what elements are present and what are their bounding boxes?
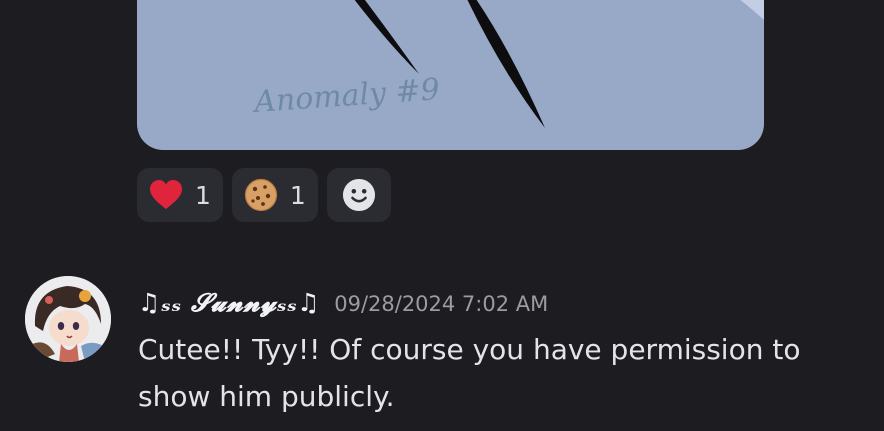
- chat-view: Anomaly #9 1 1 ♫ₛₛ 𝓢𝓾𝓷𝓷𝔂ₛₛ♫ 09/28/2024 7…: [0, 0, 884, 431]
- reaction-heart[interactable]: 1: [137, 168, 223, 222]
- avatar[interactable]: [25, 276, 111, 362]
- image-attachment[interactable]: Anomaly #9: [137, 0, 764, 150]
- artwork-signature: Anomaly #9: [250, 72, 441, 120]
- chat-message: ♫ₛₛ 𝓢𝓾𝓷𝓷𝔂ₛₛ♫ 09/28/2024 7:02 AM Cutee!! …: [0, 272, 884, 431]
- reaction-count: 1: [195, 180, 211, 210]
- message-line: Cutee!! Tyy!! Of course you have permiss…: [138, 333, 801, 366]
- message-line: show him publicly.: [138, 380, 395, 413]
- timestamp: 09/28/2024 7:02 AM: [334, 292, 549, 316]
- artwork-stroke-2: [467, 0, 545, 128]
- message-header: ♫ₛₛ 𝓢𝓾𝓷𝓷𝔂ₛₛ♫ 09/28/2024 7:02 AM: [138, 288, 548, 318]
- add-reaction-smiley-icon: [342, 178, 375, 212]
- artwork-stroke-1: [354, 0, 419, 74]
- reaction-count: 1: [289, 180, 306, 210]
- avatar-image: [25, 276, 111, 362]
- red-heart-icon: [150, 180, 182, 209]
- add-reaction-button[interactable]: [326, 168, 391, 222]
- username[interactable]: ♫ₛₛ 𝓢𝓾𝓷𝓷𝔂ₛₛ♫: [138, 288, 320, 318]
- reaction-cookie[interactable]: 1: [231, 168, 318, 222]
- artwork-highlight: [740, 0, 764, 20]
- artwork-image: Anomaly #9: [250, 0, 764, 128]
- reactions-bar: 1 1: [137, 168, 391, 222]
- message-content: Cutee!! Tyy!! Of course you have permiss…: [138, 326, 858, 420]
- cookie-icon: [244, 178, 278, 212]
